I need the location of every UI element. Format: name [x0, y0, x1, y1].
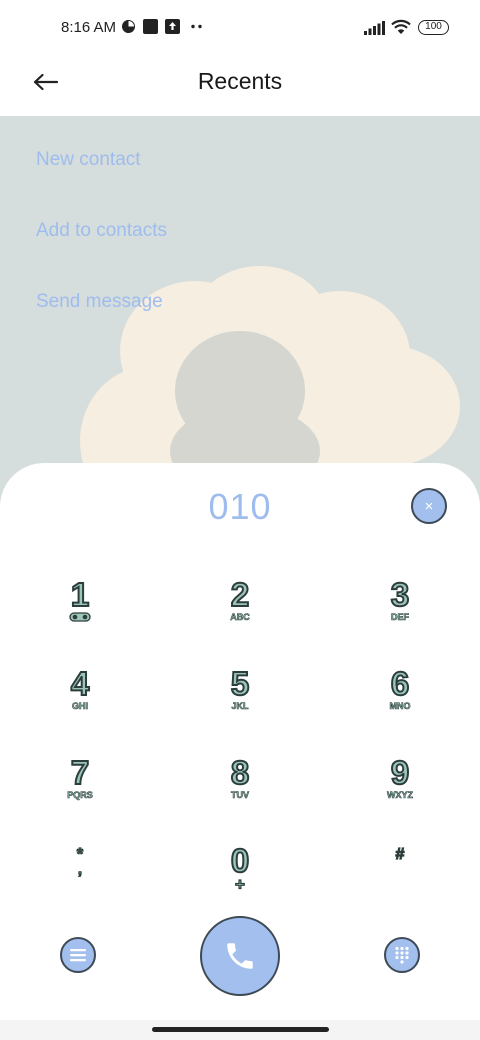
- dialed-number: 010: [208, 486, 272, 527]
- key-digit: 3: [390, 576, 410, 613]
- key-digit: 1: [70, 576, 90, 613]
- key-digit: 2: [230, 576, 250, 613]
- key-4[interactable]: 4 GHI: [20, 665, 140, 737]
- key-letters: DEF: [391, 612, 410, 623]
- page-title: Recents: [197, 68, 283, 94]
- status-time: 8:16 AM: [61, 19, 117, 36]
- key-letters: GHI: [71, 701, 89, 712]
- key-letters: ABC: [230, 612, 250, 623]
- key-letters: ,: [77, 861, 83, 878]
- menu-icon: [70, 949, 86, 962]
- new-contact-link[interactable]: New contact: [36, 149, 141, 171]
- key-5[interactable]: 5 JKL: [180, 665, 300, 737]
- battery-icon: 100: [418, 20, 449, 35]
- phone-icon: [227, 943, 253, 969]
- key-0[interactable]: 0 +: [180, 842, 300, 914]
- more-dots-icon: [191, 24, 202, 29]
- key-star[interactable]: * ,: [20, 845, 140, 916]
- dialpad-toggle-button[interactable]: [384, 937, 420, 973]
- key-digit: 0: [230, 842, 250, 879]
- call-button[interactable]: [200, 916, 280, 996]
- key-9[interactable]: 9 WXYZ: [340, 754, 460, 826]
- key-letters: +: [234, 875, 245, 894]
- clear-button[interactable]: ×: [411, 488, 447, 524]
- key-letters: MNO: [389, 701, 411, 712]
- key-letters: PQRS: [67, 790, 93, 801]
- key-8[interactable]: 8 TUV: [180, 754, 300, 826]
- add-to-contacts-link[interactable]: Add to contacts: [36, 220, 167, 242]
- key-6[interactable]: 6 MNO: [340, 665, 460, 737]
- voicemail-icon: [69, 612, 91, 622]
- key-digit: 8: [230, 754, 250, 791]
- key-digit: 6: [390, 665, 410, 702]
- pie-status-icon: [122, 20, 135, 33]
- key-2[interactable]: 2 ABC: [180, 576, 300, 648]
- square-status-icon: [143, 19, 158, 34]
- upload-status-icon: [165, 19, 180, 34]
- signal-icon: [364, 21, 385, 35]
- key-digit: 5: [230, 665, 250, 702]
- dialpad-icon: [395, 946, 409, 964]
- wifi-icon: [391, 19, 411, 34]
- key-digit: #: [395, 845, 405, 863]
- app-header: Recents: [0, 56, 480, 116]
- status-bar: 8:16 AM 100: [0, 0, 480, 56]
- key-letters: TUV: [231, 790, 250, 801]
- key-letters: WXYZ: [387, 790, 414, 801]
- key-3[interactable]: 3 DEF: [340, 576, 460, 648]
- key-hash[interactable]: #: [340, 845, 460, 916]
- home-indicator[interactable]: [152, 1027, 329, 1032]
- key-digit: 4: [70, 665, 90, 702]
- dialpad-sheet: 010 × 1 2 ABC 3 DEF 4 GHI 5 JKL 6 MNO 7 …: [0, 463, 480, 1020]
- menu-button[interactable]: [60, 937, 96, 973]
- send-message-link[interactable]: Send message: [36, 291, 163, 313]
- key-digit: 9: [390, 754, 410, 791]
- key-letters: JKL: [231, 701, 249, 712]
- wallpaper-background: New contact Add to contacts Send message: [0, 116, 480, 516]
- close-icon: ×: [424, 497, 434, 515]
- key-digit: 7: [70, 754, 90, 791]
- key-7[interactable]: 7 PQRS: [20, 754, 140, 826]
- key-1[interactable]: 1: [20, 576, 140, 648]
